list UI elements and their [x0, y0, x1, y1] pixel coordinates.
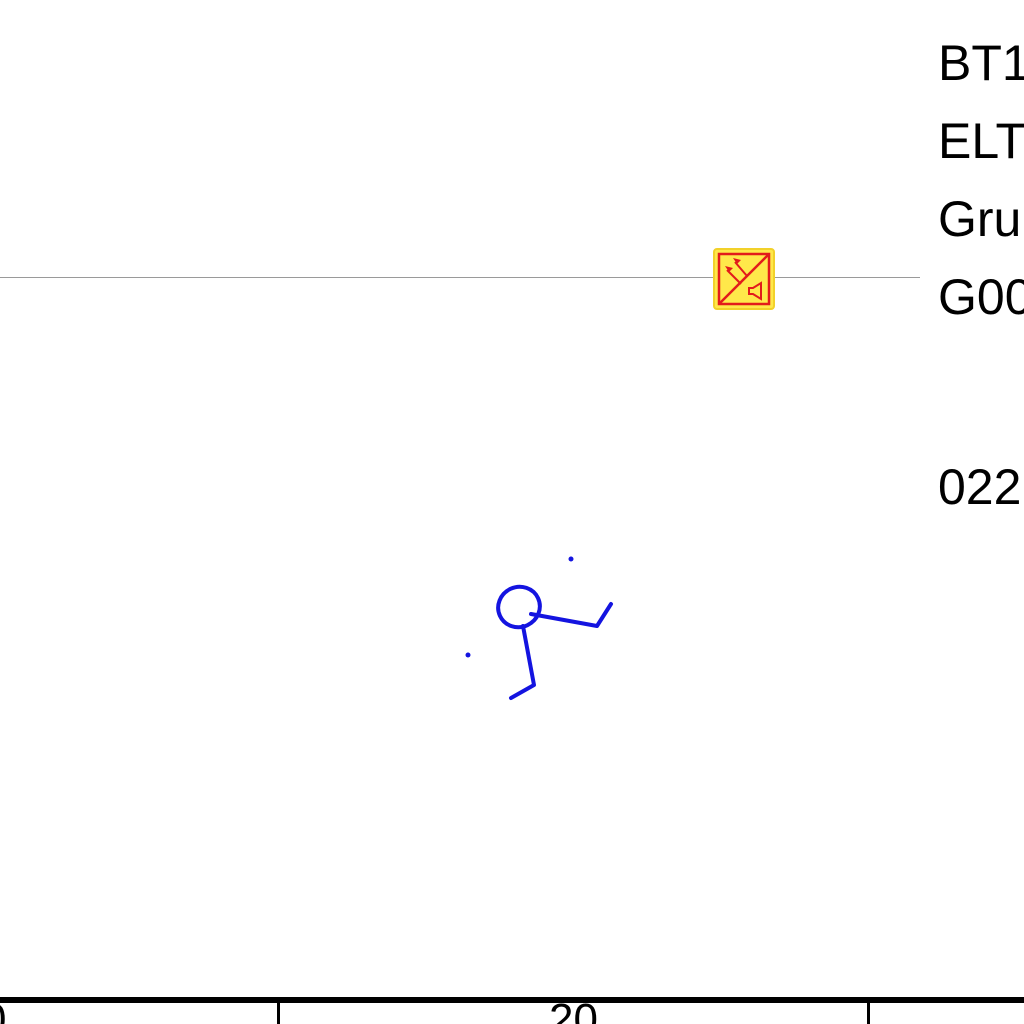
diagram-canvas: BT1 ELT Gru G00 022 0	[0, 0, 1024, 1024]
label-line-1: BT1	[938, 35, 1024, 91]
symbol-graphic	[713, 248, 775, 310]
horizontal-reference-line	[0, 277, 920, 278]
scale-tick-label-20: 20	[549, 995, 598, 1024]
warning-arrows-speaker-icon[interactable]	[713, 248, 775, 310]
label-line-4: G00	[938, 269, 1024, 325]
stick-figure-icon	[455, 548, 625, 708]
scale-tick	[867, 1003, 870, 1024]
reference-number: 022	[938, 459, 1022, 515]
label-line-2: ELT	[938, 113, 1024, 169]
label-line-3: Gru	[938, 191, 1022, 247]
scale-tick	[277, 1003, 280, 1024]
scale-bar	[0, 997, 1024, 1003]
scale-tick-label-0: 0	[0, 998, 6, 1024]
label-block: BT1 ELT Gru G00 022	[938, 24, 1024, 526]
